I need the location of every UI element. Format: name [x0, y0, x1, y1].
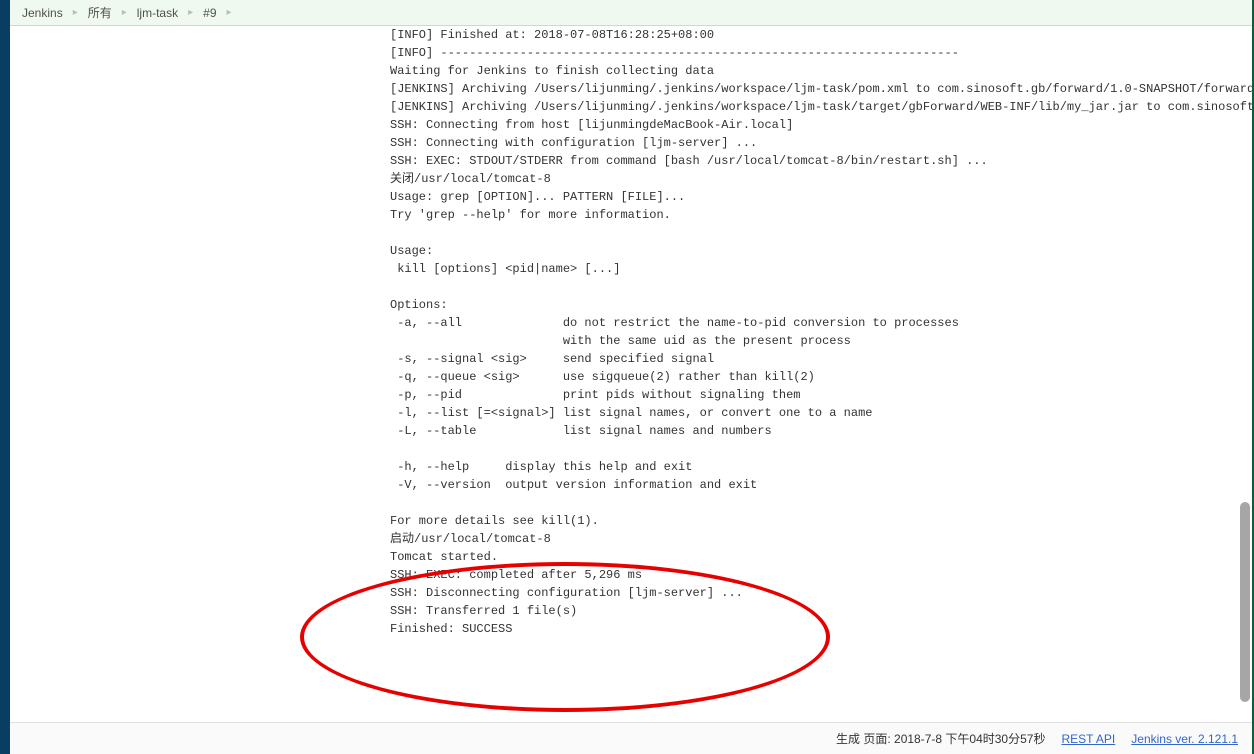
chevron-right-icon: ▸ [73, 7, 78, 18]
scrollbar-thumb[interactable] [1240, 502, 1250, 702]
rest-api-link[interactable]: REST API [1061, 732, 1115, 746]
breadcrumb-item-jenkins[interactable]: Jenkins [22, 6, 63, 20]
chevron-right-icon: ▸ [227, 7, 232, 18]
scrollbar-track[interactable] [1238, 26, 1250, 722]
jenkins-version-link[interactable]: Jenkins ver. 2.121.1 [1131, 732, 1238, 746]
chevron-right-icon: ▸ [188, 7, 193, 18]
footer: 生成 页面: 2018-7-8 下午04时30分57秒 REST API Jen… [10, 722, 1252, 754]
page-generated-timestamp: 生成 页面: 2018-7-8 下午04时30分57秒 [836, 730, 1045, 747]
breadcrumb-item-job[interactable]: ljm-task [137, 6, 178, 20]
breadcrumb: Jenkins ▸ 所有 ▸ ljm-task ▸ #9 ▸ [10, 0, 1252, 26]
console-output: [INFO] Finished at: 2018-07-08T16:28:25+… [390, 26, 1252, 638]
breadcrumb-item-build[interactable]: #9 [203, 6, 216, 20]
chevron-right-icon: ▸ [122, 7, 127, 18]
console-output-area: [INFO] Finished at: 2018-07-08T16:28:25+… [10, 26, 1252, 722]
breadcrumb-item-all[interactable]: 所有 [88, 4, 112, 21]
